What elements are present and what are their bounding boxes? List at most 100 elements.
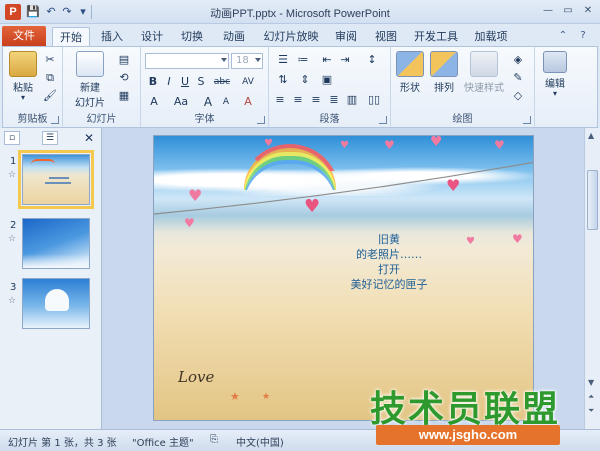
strikethrough-button[interactable]: abc — [211, 75, 233, 89]
paragraph-launcher-icon[interactable] — [379, 116, 387, 124]
tab-addins[interactable]: 加载项 — [470, 27, 512, 46]
scroll-thumb[interactable] — [587, 170, 598, 230]
heart-icon: ♥ — [512, 232, 523, 246]
arrange-icon — [430, 51, 458, 77]
font-launcher-icon[interactable] — [257, 116, 265, 124]
slide-thumbnail-2[interactable] — [22, 218, 90, 269]
tab-view[interactable]: 视图 — [370, 27, 402, 46]
cut-icon[interactable]: ✂ — [43, 53, 57, 67]
proofing-icon[interactable]: ⎘ — [210, 434, 218, 445]
text-direction-icon[interactable]: ⇅ — [275, 73, 291, 87]
group-label-font: 字体 — [194, 114, 215, 125]
restore-button[interactable]: ▭ — [560, 4, 576, 18]
language-status[interactable]: 中文(中国) — [236, 434, 284, 449]
font-color-button[interactable]: A — [147, 95, 161, 109]
align-left-icon[interactable]: ≡ — [273, 93, 287, 107]
align-text-icon[interactable]: ⇕ — [297, 73, 313, 87]
align-right-icon[interactable]: ≡ — [309, 93, 323, 107]
slide-thumbnail-1[interactable] — [18, 150, 94, 209]
section-icon[interactable]: ▦ — [115, 89, 133, 103]
numbering-icon[interactable]: ≔ — [295, 53, 311, 67]
line-spacing-icon[interactable]: ↕ — [361, 53, 383, 67]
distribute-icon[interactable]: ▥ — [345, 93, 359, 107]
next-slide-icon[interactable]: ⏷ — [588, 406, 594, 416]
slide-text-line-4[interactable]: 美好记忆的匣子 — [289, 277, 489, 292]
underline-button[interactable]: U — [179, 75, 191, 89]
edit-button[interactable]: 编辑 ▾ — [539, 51, 571, 98]
current-slide[interactable]: ♥ ♥ ♥ ♥ ♥ ♥ ♥ ♥ ♥ ♥ ♥ 旧黄 的老照片…… 打开 美好记忆的… — [153, 135, 534, 421]
watermark-url: www.jsgho.com — [376, 425, 560, 445]
char-spacing-button[interactable]: AV — [237, 75, 259, 89]
shrink-font-button[interactable]: A — [219, 95, 233, 109]
columns-icon[interactable]: ▯▯ — [365, 93, 383, 107]
layout-icon[interactable]: ▤ — [115, 53, 133, 67]
arrange-button[interactable]: 排列 — [429, 51, 459, 94]
tab-slideshow[interactable]: 幻灯片放映 — [260, 27, 322, 46]
tab-animations[interactable]: 动画 — [218, 27, 250, 46]
ribbon-home: 粘贴 ▾ ✂ ⧉ 🖌 剪贴板 新建 幻灯片 ▤ ⟲ ▦ 幻灯片 18 B I U… — [2, 46, 598, 128]
new-slide-button[interactable]: 新建 幻灯片 — [69, 51, 111, 109]
slide-thumbnail-3[interactable] — [22, 278, 90, 329]
close-button[interactable]: ✕ — [580, 4, 596, 18]
increase-indent-icon[interactable]: ⇥ — [337, 53, 353, 67]
new-slide-label-2: 幻灯片 — [75, 98, 105, 109]
slide-text-line-2[interactable]: 的老照片…… — [289, 247, 489, 262]
outline-tab[interactable]: ☰ — [42, 131, 58, 145]
paste-button[interactable]: 粘贴 ▾ — [7, 51, 39, 102]
minimize-ribbon-icon[interactable]: ⌃ — [556, 29, 570, 43]
vertical-scrollbar[interactable]: ▲ ▼ ⏶ ⏷ — [584, 128, 600, 429]
font-size-combo[interactable]: 18 — [231, 53, 263, 69]
theme-status: "Office 主题" — [132, 438, 194, 449]
heart-icon: ♥ — [340, 140, 349, 151]
tab-design[interactable]: 设计 — [136, 27, 168, 46]
title-bar: P 💾 ↶ ↷ ▾ 动画PPT.pptx - Microsoft PowerPo… — [0, 0, 600, 24]
tab-review[interactable]: 审阅 — [330, 27, 362, 46]
close-pane-icon[interactable]: ✕ — [82, 131, 96, 145]
bullets-icon[interactable]: ☰ — [275, 53, 291, 67]
tab-file[interactable]: 文件 — [2, 26, 46, 46]
tab-home[interactable]: 开始 — [52, 27, 90, 46]
clear-format-button[interactable]: A — [241, 95, 255, 109]
shape-outline-icon[interactable]: ✎ — [509, 71, 527, 85]
align-center-icon[interactable]: ≡ — [291, 93, 305, 107]
clipboard-launcher-icon[interactable] — [51, 116, 59, 124]
new-slide-icon — [76, 51, 104, 77]
reset-icon[interactable]: ⟲ — [115, 71, 133, 85]
tab-developer[interactable]: 开发工具 — [410, 27, 462, 46]
love-drawing: Love — [178, 368, 215, 386]
slide-text-line-3[interactable]: 打开 — [289, 262, 489, 277]
format-painter-icon[interactable]: 🖌 — [43, 89, 57, 103]
thumb-heart-cloud — [45, 289, 69, 311]
shadow-button[interactable]: S — [195, 75, 207, 89]
shape-effects-icon[interactable]: ◇ — [509, 89, 527, 103]
tab-transitions[interactable]: 切换 — [176, 27, 208, 46]
shapes-button[interactable]: 形状 — [395, 51, 425, 94]
paste-icon — [9, 51, 37, 77]
previous-slide-icon[interactable]: ⏶ — [588, 392, 594, 402]
group-label-slides: 幻灯片 — [86, 114, 117, 125]
quick-styles-icon — [470, 51, 498, 77]
decrease-indent-icon[interactable]: ⇤ — [319, 53, 335, 67]
minimize-button[interactable]: — — [540, 4, 556, 18]
help-icon[interactable]: ? — [576, 29, 590, 43]
heart-icon: ♥ — [494, 138, 505, 152]
tab-insert[interactable]: 插入 — [96, 27, 128, 46]
italic-button[interactable]: I — [163, 75, 175, 89]
slides-tab[interactable]: ▫ — [4, 131, 20, 145]
justify-icon[interactable]: ≣ — [327, 93, 341, 107]
quick-styles-button[interactable]: 快速样式 — [463, 51, 505, 94]
font-name-combo[interactable] — [145, 53, 229, 69]
new-slide-label-1: 新建 — [80, 83, 100, 94]
scroll-down-icon[interactable]: ▼ — [588, 378, 594, 387]
copy-icon[interactable]: ⧉ — [43, 71, 57, 85]
group-label-drawing: 绘图 — [452, 114, 473, 125]
slide-text-line-1[interactable]: 旧黄 — [289, 232, 489, 247]
drawing-launcher-icon[interactable] — [523, 116, 531, 124]
shape-fill-icon[interactable]: ◈ — [509, 53, 527, 67]
smartart-icon[interactable]: ▣ — [319, 73, 335, 87]
group-label-paragraph: 段落 — [319, 114, 340, 125]
bold-button[interactable]: B — [147, 75, 159, 89]
grow-font-button[interactable]: A — [201, 95, 215, 109]
scroll-up-icon[interactable]: ▲ — [588, 131, 594, 140]
change-case-button[interactable]: Aa — [171, 95, 191, 109]
